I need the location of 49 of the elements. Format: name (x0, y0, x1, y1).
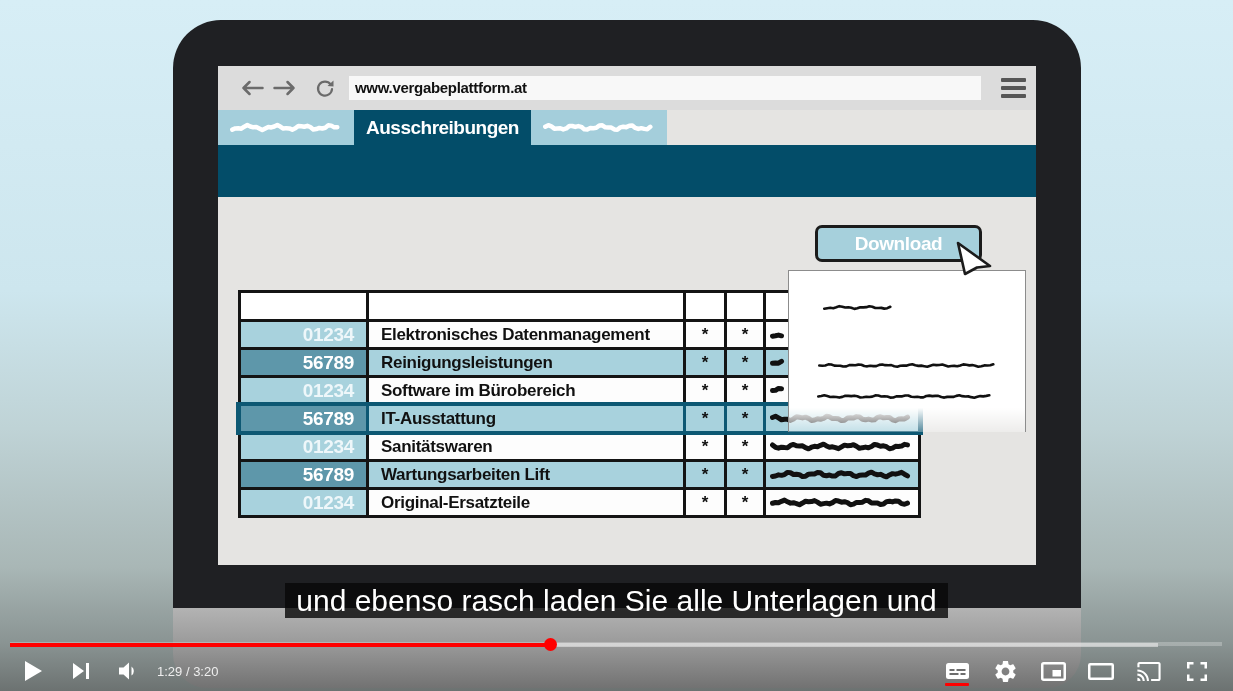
table-cell: * (686, 406, 724, 431)
table-cell: * (727, 378, 763, 403)
scribble-line (770, 385, 786, 396)
back-arrow-icon (241, 80, 264, 96)
table-cell: * (727, 322, 763, 347)
table-cell: 01234 (241, 378, 366, 403)
table-cell: 56789 (241, 350, 366, 375)
table-cell: Elektronisches Datenmanagement (369, 322, 683, 347)
table-cell: * (686, 378, 724, 403)
table-cell: 01234 (241, 322, 366, 347)
table-header-cell (686, 293, 724, 319)
theater-mode-icon (1088, 662, 1114, 680)
table-cell: * (727, 462, 763, 487)
table-cell: 01234 (241, 434, 366, 459)
scribble-line (770, 357, 786, 368)
reload-icon (315, 78, 335, 98)
table-cell: * (727, 434, 763, 459)
settings-icon (994, 660, 1016, 682)
next-icon (73, 663, 89, 679)
table-cell: 56789 (241, 462, 366, 487)
miniplayer-icon (1040, 661, 1066, 681)
table-cell: * (686, 490, 724, 515)
table-cell: Reinigungsleistungen (369, 350, 683, 375)
table-cell: * (727, 490, 763, 515)
table-cell: Original-Ersatzteile (369, 490, 683, 515)
table-header-cell (727, 293, 763, 319)
table-cell: 56789 (241, 406, 366, 431)
address-bar: www.vergabeplattform.at (349, 76, 981, 100)
table-cell: * (727, 406, 763, 431)
subtitle-caption: und ebenso rasch laden Sie alle Unterlagen und (285, 583, 948, 618)
fullscreen-icon (1187, 661, 1207, 681)
play-icon (24, 661, 42, 681)
table-cell: Wartungsarbeiten Lift (369, 462, 683, 487)
scribble-line (823, 304, 893, 311)
cursor-icon (955, 240, 993, 276)
table-cell: * (686, 350, 724, 375)
subtitles-icon (945, 663, 969, 679)
table-cell: 01234 (241, 490, 366, 515)
table-cell: * (686, 322, 724, 347)
table-cell: * (686, 462, 724, 487)
table-cell: IT-Ausstattung (369, 406, 683, 431)
table-cell: Sanitätswaren (369, 434, 683, 459)
time-display: 1:29 / 3:20 (157, 663, 219, 679)
forward-arrow-icon (273, 80, 296, 96)
table-cell: Software im Bürobereich (369, 378, 683, 403)
table-cell: * (727, 350, 763, 375)
table-cell: * (686, 434, 724, 459)
menu-icon (1001, 78, 1026, 98)
cast-icon (1137, 661, 1161, 681)
